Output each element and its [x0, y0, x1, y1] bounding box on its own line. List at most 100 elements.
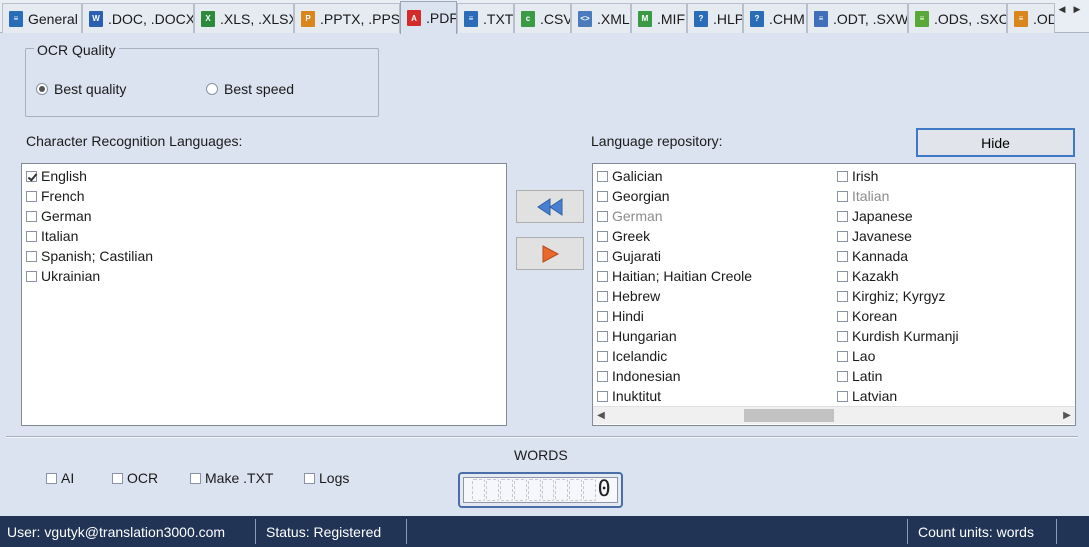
status-separator [907, 519, 908, 544]
checkbox[interactable] [597, 350, 608, 362]
remove-language-button[interactable] [516, 237, 584, 270]
tab-odp[interactable]: ≡ .OD [1007, 3, 1055, 33]
csv-icon: c [521, 10, 535, 27]
recognition-languages-label: Character Recognition Languages: [26, 133, 243, 149]
list-item[interactable]: Icelandic [597, 346, 667, 366]
checkbox[interactable] [26, 230, 37, 242]
list-item[interactable]: Georgian [597, 186, 670, 206]
tab-odt[interactable]: ≡ .ODT, .SXW [807, 3, 908, 33]
checkbox[interactable] [597, 270, 608, 282]
checkbox[interactable] [837, 290, 848, 302]
list-item[interactable]: Irish [837, 166, 878, 186]
ai-checkbox[interactable]: AI [46, 468, 74, 488]
list-item[interactable]: Lao [837, 346, 875, 366]
tab-mif[interactable]: M .MIF [631, 3, 687, 33]
best-speed-radio[interactable]: Best speed [206, 81, 294, 97]
checkbox[interactable] [837, 250, 848, 262]
item-label: Georgian [612, 188, 670, 204]
list-item[interactable]: Gujarati [597, 246, 661, 266]
list-item[interactable]: Korean [837, 306, 897, 326]
best-quality-radio[interactable]: Best quality [36, 81, 126, 97]
list-item[interactable]: Haitian; Haitian Creole [597, 266, 752, 286]
list-item[interactable]: Kazakh [837, 266, 899, 286]
checkbox[interactable] [304, 472, 315, 484]
hide-button[interactable]: Hide [916, 128, 1075, 157]
list-item[interactable]: Italian [26, 226, 78, 246]
checkbox[interactable] [597, 370, 608, 382]
checkbox[interactable] [837, 270, 848, 282]
tab-hlp[interactable]: ? .HLP [687, 3, 743, 33]
checkbox[interactable] [837, 230, 848, 242]
checkbox[interactable] [597, 390, 608, 402]
scroll-right-icon[interactable]: ▶ [1059, 407, 1075, 424]
option-label: AI [61, 470, 75, 486]
list-item[interactable]: Japanese [837, 206, 913, 226]
tab-ods[interactable]: ≡ .ODS, .SXC [908, 3, 1007, 33]
list-item[interactable]: Latvian [837, 386, 897, 406]
list-item[interactable]: Kannada [837, 246, 908, 266]
tab-csv[interactable]: c .CSV [514, 3, 571, 33]
checkbox[interactable] [597, 230, 608, 242]
checkbox[interactable] [597, 190, 608, 202]
checkbox[interactable] [837, 390, 848, 402]
list-item[interactable]: Kirghiz; Kyrgyz [837, 286, 945, 306]
list-item[interactable]: Latin [837, 366, 882, 386]
checkbox[interactable] [26, 170, 37, 182]
list-item[interactable]: Galician [597, 166, 663, 186]
checkbox[interactable] [597, 290, 608, 302]
tab-label: General [28, 10, 78, 27]
scrollbar-thumb[interactable] [744, 409, 834, 422]
list-item[interactable]: Indonesian [597, 366, 681, 386]
checkbox[interactable] [26, 270, 37, 282]
list-item: Italian [837, 186, 889, 206]
checkbox[interactable] [112, 472, 123, 484]
repository-horizontal-scrollbar[interactable]: ◀ ▶ [593, 406, 1075, 424]
list-item[interactable]: Hungarian [597, 326, 677, 346]
list-item[interactable]: Greek [597, 226, 650, 246]
tab-scroll-left-icon[interactable]: ◀ [1055, 2, 1069, 16]
checkbox[interactable] [837, 370, 848, 382]
checkbox[interactable] [26, 210, 37, 222]
checkbox[interactable] [597, 250, 608, 262]
list-item[interactable]: Kurdish Kurmanji [837, 326, 959, 346]
checkbox[interactable] [26, 190, 37, 202]
list-item[interactable]: Ukrainian [26, 266, 100, 286]
tab-txt[interactable]: ≡ .TXT [457, 3, 514, 33]
item-label: French [41, 188, 85, 204]
list-item[interactable]: Javanese [837, 226, 912, 246]
checkbox[interactable] [837, 170, 848, 182]
list-item[interactable]: English [26, 166, 87, 186]
checkbox[interactable] [597, 330, 608, 342]
tab-xml[interactable]: <> .XML [571, 3, 631, 33]
list-item[interactable]: Hindi [597, 306, 644, 326]
checkbox[interactable] [597, 310, 608, 322]
tab-chm[interactable]: ? .CHM [743, 3, 807, 33]
list-item[interactable]: German [26, 206, 92, 226]
language-repository-list[interactable]: Galician Georgian German Greek Gujarati … [592, 163, 1076, 426]
list-item[interactable]: French [26, 186, 85, 206]
scroll-left-icon[interactable]: ◀ [593, 407, 609, 424]
tab-pdf[interactable]: A .PDF [400, 1, 457, 34]
tab-pptx[interactable]: P .PPTX, .PPSX [294, 3, 400, 33]
checkbox[interactable] [190, 472, 201, 484]
list-item[interactable]: Inuktitut [597, 386, 661, 406]
checkbox[interactable] [837, 310, 848, 322]
tab-general[interactable]: ≡ General [2, 3, 82, 33]
ocr-checkbox[interactable]: OCR [112, 468, 158, 488]
add-language-button[interactable] [516, 190, 584, 223]
list-item[interactable]: Hebrew [597, 286, 660, 306]
checkbox[interactable] [26, 250, 37, 262]
checkbox[interactable] [597, 170, 608, 182]
tab-xls[interactable]: X .XLS, .XLSX [194, 3, 294, 33]
tab-doc[interactable]: W .DOC, .DOCX [82, 3, 194, 33]
checkbox[interactable] [837, 330, 848, 342]
ods-icon: ≡ [915, 10, 929, 27]
make-txt-checkbox[interactable]: Make .TXT [190, 468, 273, 488]
list-item[interactable]: Spanish; Castilian [26, 246, 153, 266]
recognition-languages-list[interactable]: English French German Italian Spanish; C… [21, 163, 507, 426]
checkbox[interactable] [46, 472, 57, 484]
checkbox[interactable] [837, 210, 848, 222]
checkbox[interactable] [837, 350, 848, 362]
logs-checkbox[interactable]: Logs [304, 468, 349, 488]
tab-scroll-right-icon[interactable]: ▶ [1070, 2, 1084, 16]
